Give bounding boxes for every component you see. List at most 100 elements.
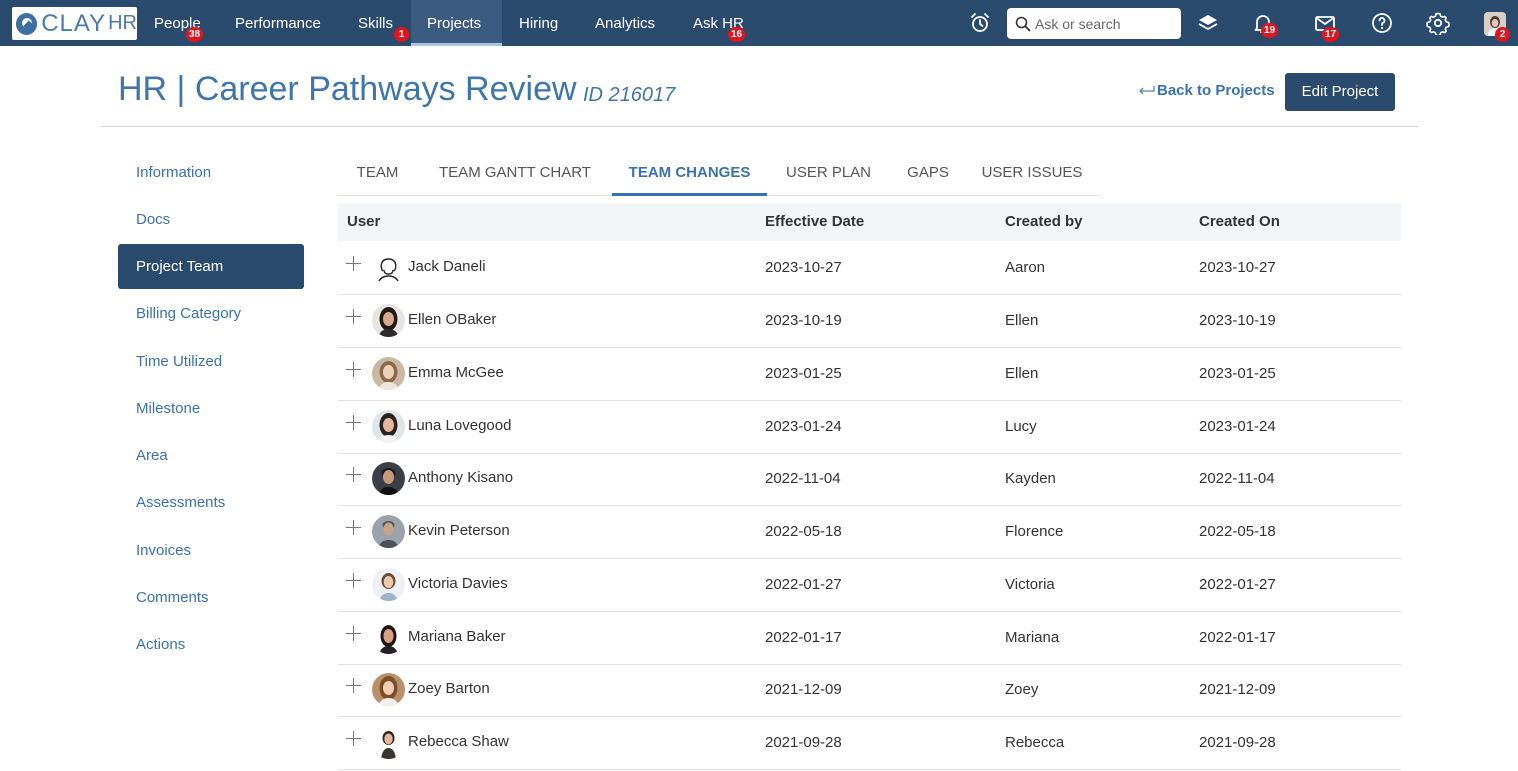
expand-row-icon[interactable] bbox=[346, 573, 362, 589]
expand-row-icon[interactable] bbox=[346, 678, 362, 694]
nav-people[interactable]: People 38 bbox=[138, 0, 217, 46]
user-name[interactable]: Jack Daneli bbox=[408, 242, 486, 292]
help-icon[interactable] bbox=[1370, 11, 1394, 35]
edit-project-button[interactable]: Edit Project bbox=[1285, 73, 1395, 111]
column-header-user[interactable]: User bbox=[347, 203, 380, 241]
effective-date: 2023-01-25 bbox=[765, 365, 842, 382]
expand-row-icon[interactable] bbox=[346, 362, 362, 378]
column-header-created-by[interactable]: Created by bbox=[1005, 203, 1083, 241]
tab-team-gantt-chart[interactable]: TEAM GANTT CHART bbox=[419, 152, 611, 196]
sidebar-item-milestone[interactable]: Milestone bbox=[118, 386, 304, 431]
table-row: Emma McGee 2023-01-25 Ellen 2023-01-25 bbox=[338, 348, 1401, 401]
table-row: Luna Lovegood 2023-01-24 Lucy 2023-01-24 bbox=[338, 401, 1401, 454]
nav-hiring[interactable]: Hiring bbox=[503, 0, 574, 46]
user-name[interactable]: Kevin Peterson bbox=[408, 506, 510, 556]
expand-row-icon[interactable] bbox=[346, 415, 362, 431]
user-name[interactable]: Mariana Baker bbox=[408, 612, 506, 662]
nav-ask-hr[interactable]: Ask HR 16 bbox=[677, 0, 760, 46]
created-by: Rebecca bbox=[1005, 734, 1065, 751]
sidebar-item-project-team[interactable]: Project Team bbox=[118, 244, 304, 289]
nav-analytics[interactable]: Analytics bbox=[579, 0, 671, 46]
back-to-projects-label: Back to Projects bbox=[1157, 82, 1275, 99]
expand-row-icon[interactable] bbox=[346, 256, 362, 272]
created-on: 2022-05-18 bbox=[1199, 523, 1276, 540]
user-name[interactable]: Ellen OBaker bbox=[408, 295, 496, 345]
effective-date: 2022-11-04 bbox=[765, 470, 841, 487]
user-name[interactable]: Victoria Davies bbox=[408, 559, 508, 609]
tab-team-changes[interactable]: TEAM CHANGES bbox=[612, 152, 767, 196]
nav-skills[interactable]: Skills 1 bbox=[342, 0, 409, 46]
table-row: Mariana Baker 2022-01-17 Mariana 2022-01… bbox=[338, 612, 1401, 665]
nav-analytics-label: Analytics bbox=[595, 15, 656, 32]
expand-row-icon[interactable] bbox=[346, 467, 362, 483]
sidebar-item-area[interactable]: Area bbox=[118, 433, 304, 478]
user-avatar bbox=[372, 304, 405, 337]
back-to-projects-link[interactable]: Back to Projects bbox=[1138, 82, 1275, 99]
sidebar-item-invoices[interactable]: Invoices bbox=[118, 528, 304, 573]
table-row: Rebecca Shaw 2021-09-28 Rebecca 2021-09-… bbox=[338, 717, 1401, 770]
expand-row-icon[interactable] bbox=[346, 626, 362, 642]
table-row: Kevin Peterson 2022-05-18 Florence 2022-… bbox=[338, 506, 1401, 559]
effective-date: 2021-12-09 bbox=[765, 681, 842, 698]
logo-suffix: HR bbox=[108, 12, 137, 34]
project-id: ID 216017 bbox=[583, 84, 676, 106]
created-on: 2023-01-25 bbox=[1199, 365, 1276, 382]
tab-user-plan[interactable]: USER PLAN bbox=[769, 152, 888, 196]
clayhr-logo[interactable]: CLAY HR bbox=[12, 7, 137, 40]
nav-people-badge: 38 bbox=[186, 27, 204, 42]
created-on: 2021-09-28 bbox=[1199, 734, 1276, 751]
created-by: Florence bbox=[1005, 523, 1064, 540]
user-name[interactable]: Luna Lovegood bbox=[408, 401, 511, 451]
sidebar-item-information[interactable]: Information bbox=[118, 150, 304, 195]
gear-icon[interactable] bbox=[1426, 11, 1450, 35]
return-arrow-icon bbox=[1139, 85, 1155, 94]
created-by: Ellen bbox=[1005, 365, 1039, 382]
user-avatar bbox=[372, 462, 405, 495]
created-by: Aaron bbox=[1005, 259, 1046, 276]
user-name[interactable]: Zoey Barton bbox=[408, 664, 490, 714]
search-input[interactable] bbox=[1035, 15, 1175, 32]
nav-hiring-label: Hiring bbox=[519, 15, 559, 32]
column-header-effective-date[interactable]: Effective Date bbox=[765, 203, 864, 241]
tab-user-issues[interactable]: USER ISSUES bbox=[968, 152, 1096, 196]
created-by: Mariana bbox=[1005, 629, 1060, 646]
created-by: Victoria bbox=[1005, 576, 1055, 593]
nav-projects[interactable]: Projects bbox=[411, 0, 502, 46]
table-row: Ellen OBaker 2023-10-19 Ellen 2023-10-19 bbox=[338, 295, 1401, 348]
sidebar-item-docs[interactable]: Docs bbox=[118, 197, 304, 242]
user-name[interactable]: Anthony Kisano bbox=[408, 453, 513, 503]
effective-date: 2023-10-27 bbox=[765, 259, 842, 276]
user-avatar bbox=[372, 673, 405, 706]
tab-team[interactable]: TEAM bbox=[338, 152, 417, 196]
user-avatar bbox=[372, 726, 405, 759]
sidebar-item-actions[interactable]: Actions bbox=[118, 622, 304, 667]
user-name[interactable]: Rebecca Shaw bbox=[408, 717, 509, 767]
global-search[interactable] bbox=[1007, 8, 1181, 39]
sidebar-item-assessments[interactable]: Assessments bbox=[118, 480, 304, 525]
effective-date: 2023-10-19 bbox=[765, 312, 842, 329]
user-placeholder-avatar-icon bbox=[372, 251, 405, 284]
expand-row-icon[interactable] bbox=[346, 520, 362, 536]
tab-gaps[interactable]: GAPS bbox=[890, 152, 966, 196]
layers-icon[interactable] bbox=[1196, 11, 1220, 35]
user-avatar bbox=[372, 357, 405, 390]
table-row: Jack Daneli 2023-10-27 Aaron 2023-10-27 bbox=[338, 242, 1401, 295]
user-name[interactable]: Emma McGee bbox=[408, 348, 504, 398]
column-header-created-on[interactable]: Created On bbox=[1199, 203, 1280, 241]
expand-row-icon[interactable] bbox=[346, 731, 362, 747]
alarm-clock-icon[interactable] bbox=[968, 11, 992, 35]
sidebar-item-billing-category[interactable]: Billing Category bbox=[118, 291, 304, 336]
effective-date: 2022-05-18 bbox=[765, 523, 842, 540]
created-on: 2023-10-19 bbox=[1199, 312, 1276, 329]
user-avatar bbox=[372, 621, 405, 654]
sidebar-item-comments[interactable]: Comments bbox=[118, 575, 304, 620]
effective-date: 2022-01-27 bbox=[765, 576, 842, 593]
nav-performance[interactable]: Performance bbox=[219, 0, 337, 46]
user-avatar bbox=[372, 410, 405, 443]
expand-row-icon[interactable] bbox=[346, 309, 362, 325]
created-on: 2022-01-17 bbox=[1199, 629, 1276, 646]
created-on: 2022-11-04 bbox=[1199, 470, 1275, 487]
sidebar-item-time-utilized[interactable]: Time Utilized bbox=[118, 339, 304, 384]
messages-badge: 17 bbox=[1322, 27, 1340, 42]
profile-badge: 2 bbox=[1495, 27, 1510, 42]
